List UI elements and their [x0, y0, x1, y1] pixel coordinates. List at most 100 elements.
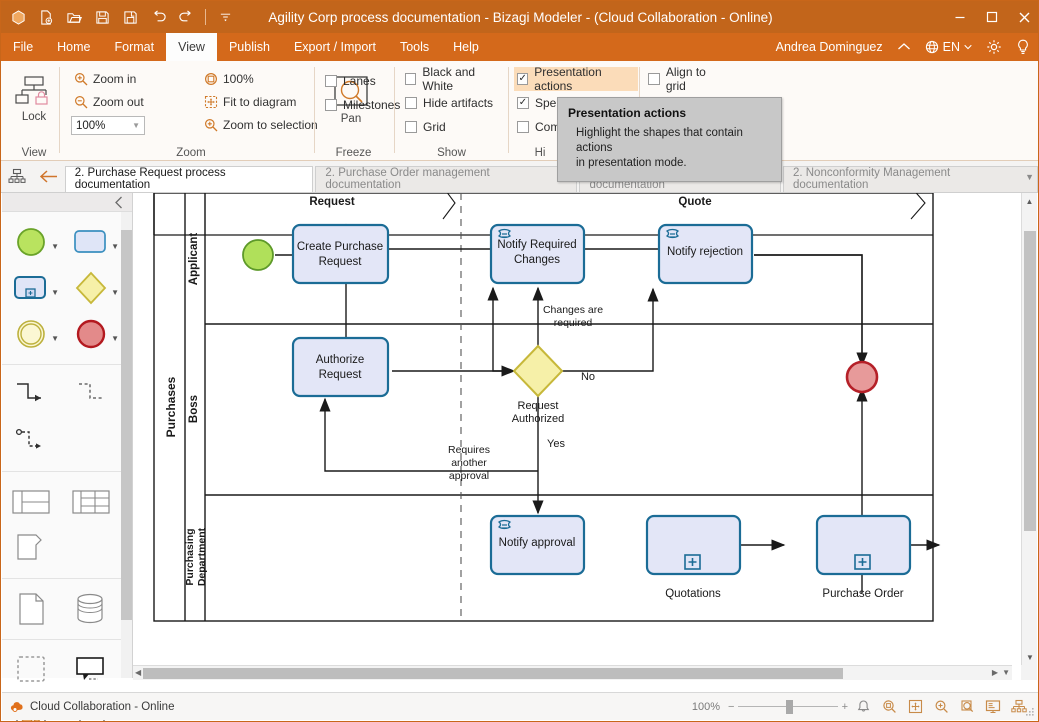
lock-button[interactable]: Lock — [1, 69, 67, 123]
customize-quick-access-icon[interactable] — [212, 4, 238, 30]
settings-gear-icon[interactable] — [980, 33, 1008, 61]
menu-item-view[interactable]: View — [166, 33, 217, 61]
chevron-down-icon[interactable]: ▼ — [111, 242, 119, 251]
palette-start-event[interactable]: ▼ — [2, 219, 62, 265]
checkbox-grid[interactable]: Grid — [402, 115, 507, 139]
zoom-slider[interactable]: − + — [728, 700, 848, 714]
presentation-mode-icon[interactable] — [982, 696, 1004, 718]
checkbox-presentation-actions[interactable]: ✓ Presentation actions — [514, 67, 638, 91]
tab-overflow-icon[interactable]: ▼ — [1025, 172, 1034, 182]
menu-item-home[interactable]: Home — [45, 33, 102, 61]
zoom-level-combobox[interactable]: 100% ▼ — [71, 116, 145, 135]
palette-data-store[interactable] — [62, 586, 122, 632]
scroll-left-arrow-icon[interactable]: ◀ — [135, 668, 141, 677]
palette-pool[interactable] — [2, 479, 62, 525]
subprocess-quotations[interactable] — [647, 516, 740, 574]
chevron-down-icon[interactable]: ▼ — [111, 288, 119, 297]
close-button[interactable] — [1008, 1, 1039, 33]
palette-data-object[interactable] — [2, 586, 62, 632]
checkbox-black-and-white[interactable]: Black and White — [402, 67, 507, 91]
undo-icon[interactable] — [145, 4, 171, 30]
zoom-to-selection-icon[interactable] — [956, 696, 978, 718]
zoom-icon[interactable] — [930, 696, 952, 718]
palette-collapse-button[interactable] — [2, 193, 132, 212]
gateway-request-authorized[interactable] — [514, 346, 562, 396]
task-notify-required-changes[interactable]: Notify Required Changes — [491, 225, 584, 283]
task-create-purchase-request[interactable]: Create Purchase Request — [293, 225, 388, 283]
menu-item-format[interactable]: Format — [103, 33, 167, 61]
language-selector[interactable]: EN — [919, 33, 978, 61]
vertical-scrollbar-thumb[interactable] — [1024, 231, 1036, 531]
checkbox-milestones[interactable]: Milestones — [322, 93, 403, 117]
chevron-down-icon[interactable]: ▼ — [51, 288, 59, 297]
status-connection[interactable]: Cloud Collaboration - Online — [2, 700, 174, 714]
chevron-down-icon[interactable]: ▼ — [51, 334, 59, 343]
checkbox-align-to-grid[interactable]: Align to grid — [645, 67, 731, 91]
palette-gateway[interactable]: ▼ — [62, 265, 122, 311]
palette-message-flow[interactable] — [62, 372, 122, 418]
scroll-down-arrow-icon[interactable]: ▼ — [1022, 649, 1038, 665]
task-authorize-request[interactable]: Authorize Request — [293, 338, 388, 396]
save-icon[interactable] — [89, 4, 115, 30]
menu-item-file[interactable]: File — [1, 33, 45, 61]
task-notify-rejection[interactable]: Notify rejection — [659, 225, 752, 283]
scroll-up-arrow-icon[interactable]: ▲ — [1022, 193, 1037, 209]
zoom-in-button[interactable]: Zoom in — [71, 67, 145, 90]
resize-grip[interactable] — [1025, 707, 1035, 717]
palette-group[interactable] — [2, 647, 62, 693]
palette-end-event[interactable]: ▼ — [62, 311, 122, 357]
palette-task[interactable]: ▼ — [62, 219, 122, 265]
open-folder-icon[interactable] — [61, 4, 87, 30]
start-event[interactable] — [243, 240, 273, 270]
checkbox-lanes[interactable]: Lanes — [322, 69, 403, 93]
zoom-100-button[interactable]: 100% — [201, 67, 318, 90]
menu-item-tools[interactable]: Tools — [388, 33, 441, 61]
menu-item-publish[interactable]: Publish — [217, 33, 282, 61]
palette-lane[interactable] — [62, 479, 122, 525]
tab-nonconformity-management[interactable]: 2. Nonconformity Management documentatio… — [783, 166, 1038, 192]
menu-item-help[interactable]: Help — [441, 33, 491, 61]
minimize-button[interactable] — [944, 1, 976, 33]
user-name[interactable]: Andrea Dominguez — [770, 33, 889, 61]
notifications-icon[interactable] — [852, 696, 874, 718]
palette-sequence-flow[interactable] — [2, 372, 62, 418]
diagram-canvas[interactable]: Request Quote Purchases Applicant Boss P… — [133, 193, 1012, 665]
tab-purchase-request[interactable]: 2. Purchase Request process documentatio… — [65, 166, 314, 192]
palette-subprocess[interactable]: ▼ — [2, 265, 62, 311]
end-event[interactable] — [847, 362, 877, 392]
zoom-to-selection-button[interactable]: Zoom to selection — [201, 113, 318, 136]
chevron-down-icon[interactable]: ▼ — [111, 334, 119, 343]
horizontal-scrollbar-thumb[interactable] — [143, 668, 843, 679]
fit-to-diagram-button[interactable]: Fit to diagram — [201, 90, 318, 113]
checkbox-hide-artifacts[interactable]: Hide artifacts — [402, 91, 507, 115]
palette-annotation[interactable] — [62, 647, 122, 693]
search-icon[interactable] — [878, 696, 900, 718]
zoom-out-button[interactable]: Zoom out — [71, 90, 145, 113]
chevron-down-icon[interactable]: ▼ — [51, 242, 59, 251]
palette-scrollbar-thumb[interactable] — [121, 230, 132, 620]
palette-association[interactable] — [2, 418, 62, 464]
zoom-slider-minus[interactable]: − — [728, 701, 734, 713]
zoom-slider-plus[interactable]: + — [842, 701, 848, 713]
bizagi-logo-icon[interactable] — [5, 4, 31, 30]
palette-milestone[interactable] — [2, 525, 62, 571]
tab-purchase-order[interactable]: 2. Purchase Order management documentati… — [315, 166, 577, 192]
palette-intermediate-event[interactable]: ▼ — [2, 311, 62, 357]
bpmn-diagram[interactable]: Request Quote Purchases Applicant Boss P… — [133, 193, 1012, 665]
scroll-right-arrow-icon[interactable]: ▶ — [992, 668, 998, 677]
back-arrow-icon[interactable] — [33, 161, 65, 193]
zoom-slider-knob[interactable] — [786, 700, 793, 714]
maximize-button[interactable] — [976, 1, 1008, 33]
diagram-list-icon[interactable] — [1, 161, 33, 193]
canvas-vertical-scrollbar[interactable]: ▲ ▼ — [1021, 193, 1037, 665]
redo-icon[interactable] — [173, 4, 199, 30]
palette-scrollbar[interactable] — [121, 212, 132, 678]
fit-to-diagram-icon[interactable] — [904, 696, 926, 718]
scroll-dropdown-icon[interactable]: ▼ — [1002, 668, 1010, 677]
help-bulb-icon[interactable] — [1010, 33, 1036, 61]
collapse-ribbon-icon[interactable] — [891, 33, 917, 61]
new-document-icon[interactable] — [33, 4, 59, 30]
menu-item-export-import[interactable]: Export / Import — [282, 33, 388, 61]
canvas-horizontal-scrollbar[interactable]: ◀ ▶ ▼ — [133, 665, 1012, 680]
subprocess-purchase-order[interactable] — [817, 516, 910, 574]
